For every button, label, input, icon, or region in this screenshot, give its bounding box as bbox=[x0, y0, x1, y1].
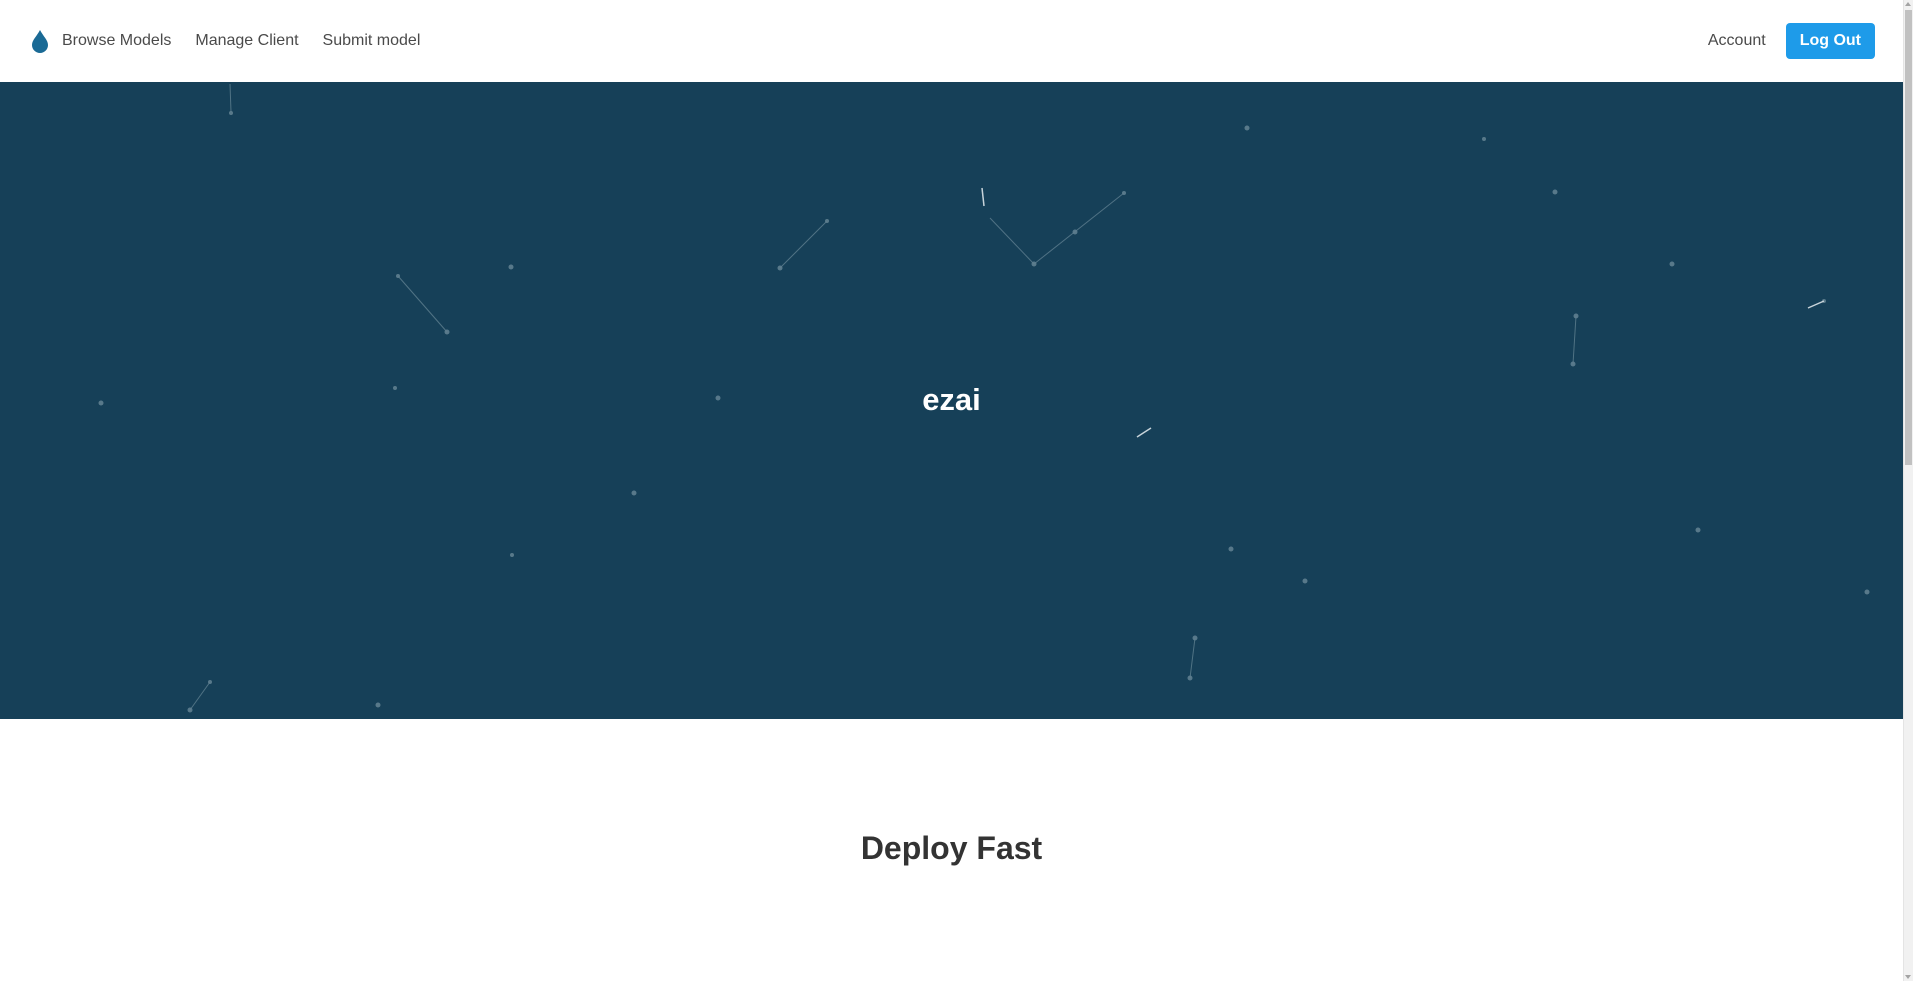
nav-link-browse-models[interactable]: Browse Models bbox=[62, 32, 171, 50]
account-link[interactable]: Account bbox=[1708, 32, 1766, 50]
nav-link-submit-model[interactable]: Submit model bbox=[323, 32, 421, 50]
scroll-up-icon[interactable] bbox=[1905, 2, 1911, 6]
logout-button[interactable]: Log Out bbox=[1785, 23, 1875, 59]
hero-banner: ezai bbox=[0, 82, 1903, 719]
nav-links: Browse Models Manage Client Submit model bbox=[62, 32, 444, 50]
nav-right: Account Log Out bbox=[1708, 23, 1875, 59]
scrollbar-thumb[interactable] bbox=[1905, 10, 1912, 465]
page: Browse Models Manage Client Submit model… bbox=[0, 0, 1913, 981]
hero-title: ezai bbox=[922, 382, 981, 417]
section-title-deploy-fast: Deploy Fast bbox=[860, 830, 1043, 866]
scroll-down-icon[interactable] bbox=[1905, 975, 1911, 979]
page-scrollbar[interactable] bbox=[1903, 0, 1913, 981]
top-navbar: Browse Models Manage Client Submit model… bbox=[0, 0, 1903, 82]
droplet-icon[interactable] bbox=[30, 28, 50, 54]
nav-link-manage-client[interactable]: Manage Client bbox=[195, 32, 298, 50]
